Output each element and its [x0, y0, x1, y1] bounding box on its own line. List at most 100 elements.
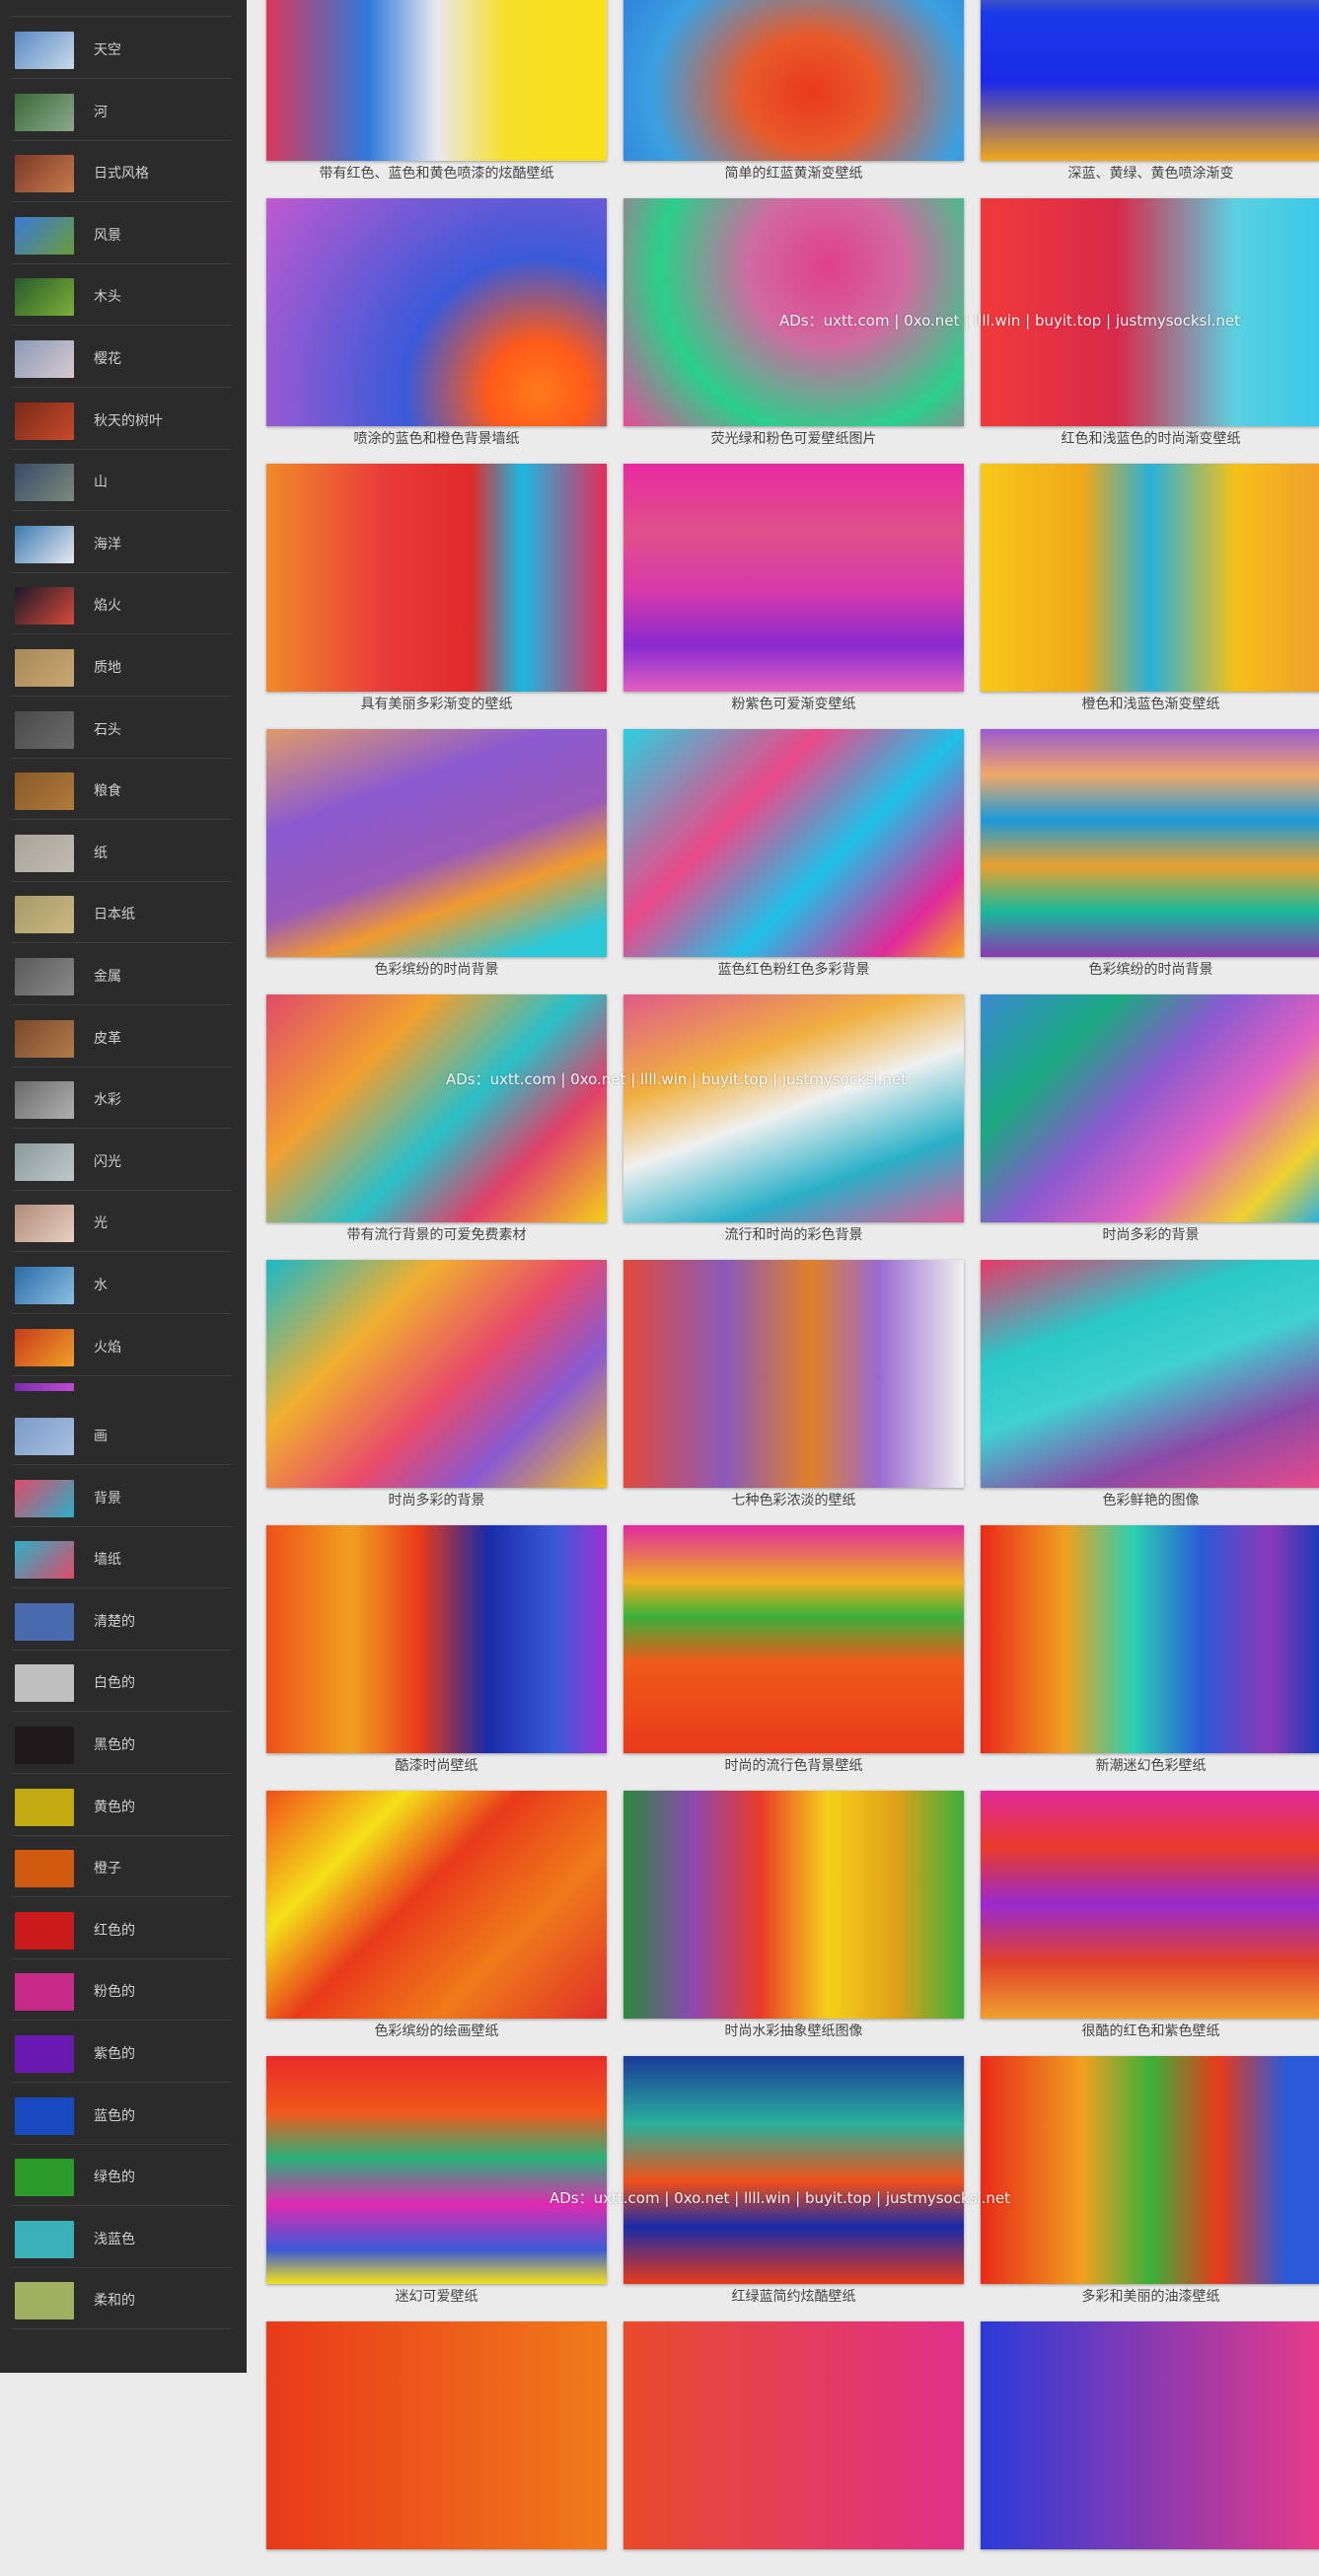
sidebar-category-item[interactable]: 天空 [12, 18, 232, 79]
wallpaper-caption[interactable]: 流行和时尚的彩色背景 [623, 1226, 964, 1244]
sidebar-category-item[interactable]: 河 [12, 80, 232, 141]
wallpaper-thumbnail[interactable] [623, 2056, 964, 2284]
wallpaper-thumbnail[interactable] [981, 1791, 1319, 2019]
wallpaper-card[interactable]: 粉紫色可爱渐变壁纸 [623, 464, 964, 718]
wallpaper-thumbnail[interactable] [981, 2321, 1319, 2549]
wallpaper-caption[interactable]: 多彩和美丽的油漆壁纸 [981, 2288, 1319, 2306]
wallpaper-thumbnail[interactable] [266, 2056, 607, 2284]
wallpaper-caption[interactable]: 橙色和浅蓝色渐变壁纸 [981, 696, 1319, 713]
sidebar-category-item[interactable]: 粮食 [12, 759, 232, 821]
wallpaper-card[interactable]: 七种色彩浓淡的壁纸 [623, 1260, 964, 1514]
wallpaper-thumbnail[interactable] [623, 1525, 964, 1753]
sidebar-category-item[interactable]: 背景 [12, 1466, 232, 1527]
wallpaper-thumbnail[interactable] [623, 1260, 964, 1488]
sidebar-category-item[interactable]: 画 [12, 1404, 232, 1465]
sidebar-category-item[interactable]: 黄色的 [12, 1775, 232, 1836]
wallpaper-thumbnail[interactable] [266, 464, 607, 692]
wallpaper-thumbnail[interactable] [623, 729, 964, 957]
wallpaper-thumbnail[interactable] [266, 198, 607, 426]
wallpaper-caption[interactable]: 带有红色、蓝色和黄色喷漆的炫酷壁纸 [266, 165, 607, 183]
sidebar-category-item[interactable]: 皮革 [12, 1006, 232, 1067]
wallpaper-thumbnail[interactable] [623, 0, 964, 161]
wallpaper-thumbnail[interactable] [623, 464, 964, 692]
wallpaper-card[interactable]: 蓝色红色粉红色多彩背景 [623, 729, 964, 984]
sidebar-category-item[interactable]: 木头 [12, 264, 232, 327]
wallpaper-caption[interactable]: 蓝色红色粉红色多彩背景 [623, 961, 964, 979]
wallpaper-caption[interactable]: 很酷的红色和紫色壁纸 [981, 2023, 1319, 2040]
wallpaper-thumbnail[interactable] [981, 0, 1319, 161]
sidebar-category-item[interactable]: 风景 [12, 203, 232, 264]
wallpaper-caption[interactable]: 荧光绿和粉色可爱壁纸图片 [623, 430, 964, 448]
sidebar-category-item[interactable]: 黑色的 [12, 1713, 232, 1774]
wallpaper-caption[interactable]: 时尚多彩的背景 [266, 1492, 607, 1509]
wallpaper-caption[interactable]: 七种色彩浓淡的壁纸 [623, 1492, 964, 1509]
wallpaper-card[interactable]: 酷漆时尚壁纸 [266, 1525, 607, 1780]
sidebar-category-item[interactable]: 日本纸 [12, 882, 232, 944]
wallpaper-caption[interactable]: 色彩缤纷的时尚背景 [266, 961, 607, 979]
wallpaper-caption[interactable]: 粉紫色可爱渐变壁纸 [623, 696, 964, 713]
wallpaper-thumbnail[interactable] [266, 994, 607, 1222]
sidebar-category-item[interactable]: 日式风格 [12, 141, 232, 203]
wallpaper-thumbnail[interactable] [266, 1260, 607, 1488]
sidebar-category-item[interactable]: 水彩 [12, 1067, 232, 1130]
sidebar-category-item[interactable]: 橙子 [12, 1836, 232, 1898]
wallpaper-card[interactable]: 时尚水彩抽象壁纸图像 [623, 1791, 964, 2045]
sidebar-category-item[interactable]: 清楚的 [12, 1589, 232, 1651]
wallpaper-card[interactable]: 荧光绿和粉色可爱壁纸图片 [623, 198, 964, 453]
wallpaper-thumbnail[interactable] [623, 994, 964, 1222]
wallpaper-card[interactable]: 色彩鲜艳的图像 [981, 1260, 1319, 1514]
wallpaper-card[interactable]: 很酷的红色和紫色壁纸 [981, 1791, 1319, 2045]
wallpaper-card[interactable]: 多彩和美丽的油漆壁纸 [981, 2056, 1319, 2311]
sidebar-category-item[interactable]: 白色的 [12, 1651, 232, 1713]
wallpaper-card[interactable]: 色彩缤纷的绘画壁纸 [266, 1791, 607, 2045]
wallpaper-thumbnail[interactable] [266, 729, 607, 957]
sidebar-category-item[interactable]: 秋天的树叶 [12, 389, 232, 450]
wallpaper-caption[interactable]: 时尚水彩抽象壁纸图像 [623, 2023, 964, 2040]
wallpaper-card[interactable]: 红绿蓝简约炫酷壁纸 [623, 2056, 964, 2311]
wallpaper-thumbnail[interactable] [266, 1791, 607, 2019]
sidebar-category-item[interactable]: 绿色的 [12, 2145, 232, 2207]
sidebar-category-item[interactable]: 闪光 [12, 1130, 232, 1191]
wallpaper-thumbnail[interactable] [623, 2321, 964, 2549]
wallpaper-card[interactable] [266, 2321, 607, 2576]
wallpaper-thumbnail[interactable] [623, 198, 964, 426]
wallpaper-caption[interactable]: 色彩缤纷的绘画壁纸 [266, 2023, 607, 2040]
wallpaper-card[interactable]: 色彩缤纷的时尚背景 [266, 729, 607, 984]
wallpaper-card[interactable]: 带有红色、蓝色和黄色喷漆的炫酷壁纸 [266, 0, 607, 187]
wallpaper-thumbnail[interactable] [981, 1260, 1319, 1488]
sidebar-category-item[interactable]: 粉色的 [12, 1959, 232, 2022]
wallpaper-card[interactable]: 深蓝、黄绿、黄色喷涂渐变 [981, 0, 1319, 187]
sidebar-category-item[interactable]: 浅蓝色 [12, 2207, 232, 2268]
sidebar-category-item[interactable]: 蓝色的 [12, 2084, 232, 2145]
wallpaper-thumbnail[interactable] [981, 2056, 1319, 2284]
wallpaper-caption[interactable]: 红绿蓝简约炫酷壁纸 [623, 2288, 964, 2306]
sidebar-category-item[interactable]: 山 [12, 450, 232, 512]
wallpaper-card[interactable]: 具有美丽多彩渐变的壁纸 [266, 464, 607, 718]
wallpaper-caption[interactable]: 时尚的流行色背景壁纸 [623, 1757, 964, 1775]
sidebar-category-item[interactable]: 石头 [12, 698, 232, 759]
wallpaper-card[interactable]: 简单的红蓝黄渐变壁纸 [623, 0, 964, 187]
sidebar-category-item[interactable]: 海洋 [12, 512, 232, 573]
wallpaper-card[interactable]: 新潮迷幻色彩壁纸 [981, 1525, 1319, 1780]
wallpaper-card[interactable]: 时尚的流行色背景壁纸 [623, 1525, 964, 1780]
wallpaper-caption[interactable]: 时尚多彩的背景 [981, 1226, 1319, 1244]
sidebar-category-item[interactable]: 纸 [12, 821, 232, 882]
wallpaper-card[interactable]: 时尚多彩的背景 [981, 994, 1319, 1249]
wallpaper-caption[interactable]: 喷涂的蓝色和橙色背景墙纸 [266, 430, 607, 448]
wallpaper-thumbnail[interactable] [266, 2321, 607, 2549]
wallpaper-card[interactable]: 迷幻可爱壁纸 [266, 2056, 607, 2311]
wallpaper-thumbnail[interactable] [981, 1525, 1319, 1753]
wallpaper-caption[interactable]: 色彩缤纷的时尚背景 [981, 961, 1319, 979]
wallpaper-thumbnail[interactable] [981, 464, 1319, 692]
sidebar-category-item[interactable]: 火焰 [12, 1315, 232, 1376]
wallpaper-thumbnail[interactable] [266, 1525, 607, 1753]
wallpaper-caption[interactable]: 酷漆时尚壁纸 [266, 1757, 607, 1775]
wallpaper-card[interactable]: 色彩缤纷的时尚背景 [981, 729, 1319, 984]
wallpaper-thumbnail[interactable] [981, 729, 1319, 957]
sidebar-category-item[interactable]: 金属 [12, 944, 232, 1005]
wallpaper-card[interactable]: 红色和浅蓝色的时尚渐变壁纸 [981, 198, 1319, 453]
wallpaper-card[interactable]: 时尚多彩的背景 [266, 1260, 607, 1514]
wallpaper-card[interactable] [623, 2321, 964, 2576]
wallpaper-thumbnail[interactable] [266, 0, 607, 161]
sidebar-category-item[interactable]: 质地 [12, 635, 232, 697]
